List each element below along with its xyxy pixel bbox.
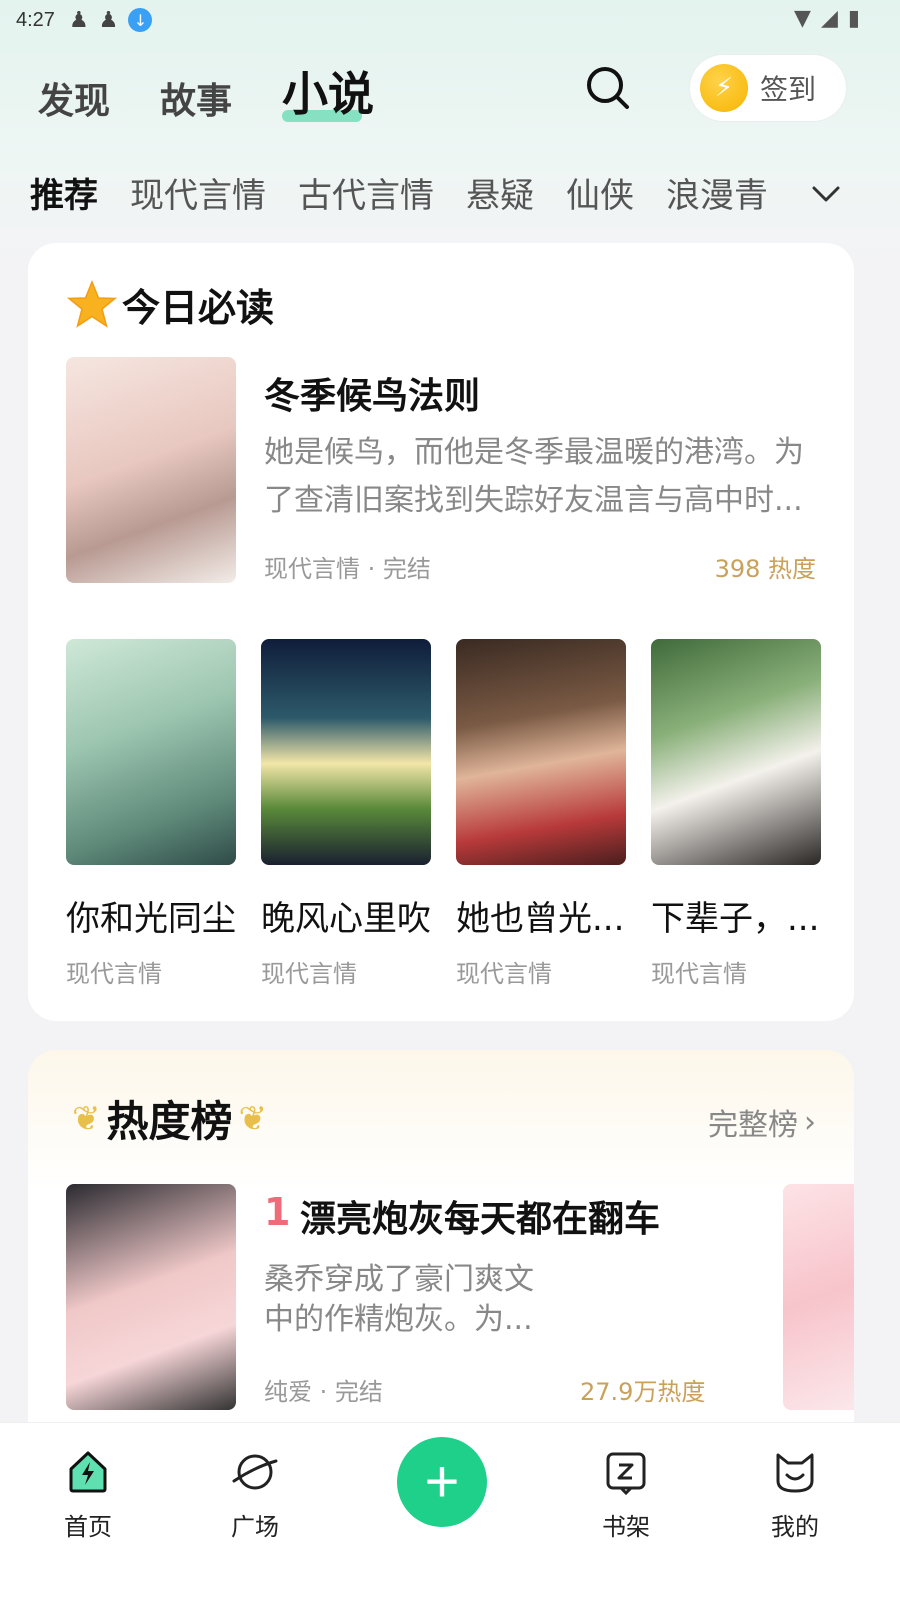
book-description: 桑乔穿成了豪门爽文中的作精炮灰。为... — [264, 1262, 534, 1337]
section-title: 今日必读 — [122, 286, 275, 330]
section-title: 热度榜 — [106, 1097, 233, 1146]
book-meta: 现代言情 · 完结 — [264, 555, 431, 583]
book-title[interactable]: 晚风心里吹 — [261, 891, 431, 940]
tab-novels[interactable]: 小说 — [282, 58, 374, 124]
category-tabs: 推荐 现代言情 古代言情 悬疑 仙侠 浪漫青 — [30, 168, 810, 217]
top-nav: 发现 故事 小说 — [38, 58, 424, 124]
download-icon: ↓ — [128, 8, 153, 32]
next-book-cover[interactable] — [783, 1184, 854, 1410]
laurel-right-icon: ❦ — [238, 1098, 268, 1139]
book-title[interactable]: 冬季候鸟法则 — [264, 367, 480, 419]
section-header: ❦ 热度榜 ❦ — [66, 1088, 273, 1149]
book-title[interactable]: 下辈子，... — [651, 891, 821, 940]
bottom-nav: 首页 广场 + 书架 我的 — [0, 1422, 900, 1600]
tab-discover[interactable]: 发现 — [38, 72, 110, 124]
tab-stories[interactable]: 故事 — [160, 72, 232, 124]
book-heat: 398 热度 — [714, 555, 816, 583]
add-button[interactable]: + — [397, 1437, 487, 1527]
nav-label: 首页 — [64, 1513, 112, 1541]
section-header: 今日必读 — [66, 277, 274, 332]
hot-ranking-card: ❦ 热度榜 ❦ 完整榜 › 1 漂亮炮灰每天都在翻车 桑乔穿成了豪门爽文中的作精… — [28, 1050, 854, 1450]
lightning-coin-icon: ⚡ — [700, 64, 748, 112]
chevron-right-icon: › — [804, 1104, 816, 1140]
planet-icon — [232, 1454, 278, 1490]
book-title[interactable]: 漂亮炮灰每天都在翻车 — [300, 1190, 660, 1242]
cat-face-icon — [776, 1453, 814, 1493]
book-category: 现代言情 — [456, 960, 552, 988]
home-lightning-icon — [69, 1451, 107, 1493]
search-icon[interactable] — [584, 64, 632, 112]
battery-icon: ▮ — [847, 6, 860, 31]
star-icon — [66, 279, 118, 328]
nav-label: 广场 — [231, 1513, 279, 1541]
book-category: 现代言情 — [651, 960, 747, 988]
notification-icon: ♟ — [98, 7, 119, 33]
category-tab[interactable]: 仙侠 — [566, 168, 634, 217]
full-ranking-link[interactable]: 完整榜 › — [708, 1100, 816, 1144]
checkin-button[interactable]: ⚡ 签到 — [690, 55, 846, 121]
nav-shelf[interactable]: 书架 — [566, 1447, 686, 1542]
book-description: 她是候鸟，而他是冬季最温暖的港湾。为了查清旧案找到失踪好友温言与高中时... — [264, 435, 804, 518]
book-cover[interactable] — [66, 1184, 236, 1410]
book-category: 现代言情 — [261, 960, 357, 988]
notification-icon: ♟ — [68, 7, 89, 33]
nav-square[interactable]: 广场 — [195, 1447, 315, 1542]
nav-label: 我的 — [771, 1513, 819, 1541]
today-must-read-card: 今日必读 冬季候鸟法则 她是候鸟，而他是冬季最温暖的港湾。为了查清旧案找到失踪好… — [28, 243, 854, 1021]
category-tab[interactable]: 古代言情 — [298, 168, 434, 217]
book-cover[interactable] — [261, 639, 431, 865]
status-bar: 4:27 ♟ ♟ ↓ — [0, 0, 900, 40]
book-item[interactable]: 她也曾光... 现代言情 — [456, 639, 626, 989]
plus-icon: + — [424, 1448, 460, 1515]
signal-icon: ◢ — [820, 6, 838, 31]
book-title[interactable]: 你和光同尘 — [66, 891, 236, 940]
category-tab[interactable]: 现代言情 — [130, 168, 266, 217]
book-cover[interactable] — [456, 639, 626, 865]
bookshelf-icon — [606, 1452, 646, 1496]
category-tab[interactable]: 悬疑 — [466, 168, 534, 217]
book-heat: 27.9万热度 — [580, 1378, 706, 1406]
status-time: 4:27 — [16, 8, 55, 31]
book-item[interactable]: 下辈子，... 现代言情 — [651, 639, 821, 989]
chevron-down-icon[interactable] — [808, 176, 844, 212]
checkin-label: 签到 — [760, 73, 817, 106]
status-indicators: ▼ ◢ ▮ — [794, 6, 860, 31]
book-item[interactable]: 晚风心里吹 现代言情 — [261, 639, 431, 989]
nav-label: 书架 — [602, 1513, 650, 1541]
book-meta: 纯爱 · 完结 — [264, 1378, 383, 1406]
book-cover[interactable] — [651, 639, 821, 865]
category-tab[interactable]: 浪漫青 — [666, 168, 768, 217]
category-tab[interactable]: 推荐 — [30, 168, 98, 217]
book-cover[interactable] — [66, 357, 236, 583]
rank-number: 1 — [264, 1190, 291, 1234]
laurel-left-icon: ❦ — [72, 1098, 101, 1139]
nav-mine[interactable]: 我的 — [735, 1447, 855, 1542]
book-item[interactable]: 你和光同尘 现代言情 — [66, 639, 236, 989]
full-ranking-label: 完整榜 — [708, 1108, 798, 1143]
book-cover[interactable] — [66, 639, 236, 865]
book-category: 现代言情 — [66, 960, 162, 988]
wifi-icon: ▼ — [794, 6, 811, 31]
nav-home[interactable]: 首页 — [28, 1447, 148, 1542]
book-title[interactable]: 她也曾光... — [456, 891, 626, 940]
